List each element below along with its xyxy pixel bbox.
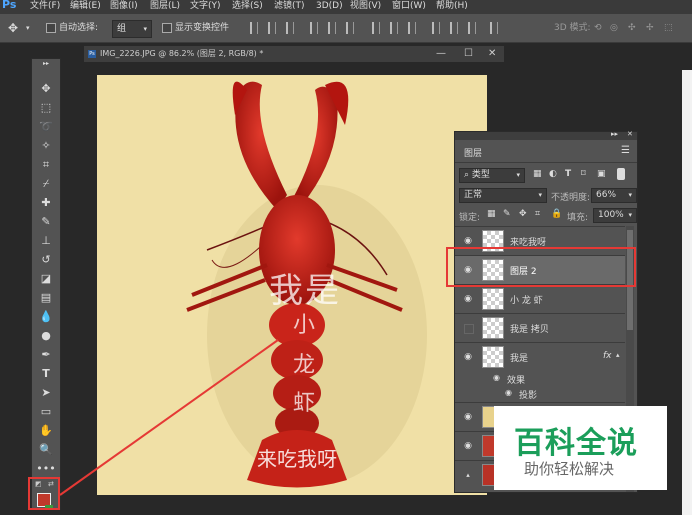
chevron-up-icon[interactable]: ▴ — [463, 470, 473, 480]
layers-tab-row: 图层 ☰ — [455, 142, 637, 163]
visibility-eye-icon[interactable]: ◉ — [463, 236, 473, 246]
layer-thumbnail — [482, 346, 504, 368]
opacity-field[interactable]: 66% ▾ — [591, 188, 637, 203]
effects-row[interactable]: ◉ 效果 — [455, 371, 625, 386]
panel-menu-icon[interactable]: ☰ — [621, 145, 630, 156]
chevron-up-icon[interactable]: ▴ — [616, 351, 620, 359]
search-icon: ⌕ — [464, 170, 470, 180]
drop-shadow-eye-icon[interactable]: ◉ — [505, 388, 512, 397]
drop-shadow-label: 投影 — [519, 391, 538, 401]
filter-row: ⌕ 类型 ▾ ▦ ◐ T ⌑ ▣ — [455, 166, 637, 184]
lock-transparent-icon[interactable]: ▦ — [487, 209, 496, 219]
lock-label: 锁定: — [459, 213, 481, 223]
layer-thumbnail — [482, 288, 504, 310]
lock-row: 锁定: ▦ ✎ ✥ ⌗ 🔒 填充: 100% ▾ — [455, 206, 637, 224]
visibility-eye-icon[interactable]: ◉ — [463, 294, 473, 304]
opacity-label: 不透明度: — [551, 193, 591, 203]
visibility-eye-icon[interactable]: ◉ — [463, 441, 473, 451]
fx-badge[interactable]: fx — [603, 351, 612, 361]
visibility-off-box[interactable] — [464, 324, 474, 334]
filter-type-icon[interactable]: T — [565, 169, 571, 179]
layer-row[interactable]: ◉ 小 龙 虾 — [455, 284, 625, 313]
panel-header-strip: ▸▸ ✕ — [455, 130, 637, 140]
watermark: 百科全说 助你轻松解决 — [494, 406, 667, 490]
watermark-subtitle: 助你轻松解决 — [524, 460, 615, 478]
filter-toggle[interactable] — [617, 168, 625, 180]
blend-row: 正常 ▾ 不透明度: 66% ▾ — [455, 186, 637, 204]
visibility-eye-icon[interactable]: ◉ — [463, 352, 473, 362]
filter-adjustment-icon[interactable]: ◐ — [549, 169, 557, 179]
panel-collapse-icon[interactable]: ▸▸ — [611, 130, 618, 138]
layer-thumbnail — [482, 317, 504, 339]
filter-smart-object-icon[interactable]: ▣ — [597, 169, 606, 179]
lock-artboard-icon[interactable]: ⌗ — [535, 209, 540, 219]
filter-shape-icon[interactable]: ⌑ — [581, 169, 586, 179]
right-panel-edge — [682, 70, 692, 515]
layer-row[interactable]: ◉ 我是 fx ▴ — [455, 342, 625, 371]
filter-kind-dropdown[interactable]: ⌕ 类型 ▾ — [459, 168, 525, 183]
effects-eye-icon[interactable]: ◉ — [493, 373, 500, 382]
blend-mode-dropdown[interactable]: 正常 ▾ — [459, 188, 547, 203]
fill-field[interactable]: 100% ▾ — [593, 208, 637, 223]
layer-name: 我是 — [510, 354, 529, 364]
filter-pixel-icon[interactable]: ▦ — [533, 169, 542, 179]
effects-label: 效果 — [507, 376, 526, 386]
drop-shadow-row[interactable]: ◉ 投影 — [455, 386, 625, 401]
selected-layer-highlight — [446, 247, 636, 287]
layer-name: 小 龙 虾 — [510, 296, 543, 306]
panel-close-icon[interactable]: ✕ — [627, 130, 633, 138]
tab-layers[interactable]: 图层 — [461, 146, 486, 159]
layer-row[interactable]: 我是 拷贝 — [455, 313, 625, 342]
lock-all-icon[interactable]: 🔒 — [551, 209, 562, 219]
visibility-eye-icon[interactable]: ◉ — [463, 412, 473, 422]
fill-label: 填充: — [567, 213, 589, 223]
lock-position-icon[interactable]: ✥ — [519, 209, 527, 219]
watermark-title: 百科全说 — [514, 426, 638, 461]
lock-pixels-icon[interactable]: ✎ — [503, 209, 511, 219]
layer-name: 我是 拷贝 — [510, 325, 549, 335]
